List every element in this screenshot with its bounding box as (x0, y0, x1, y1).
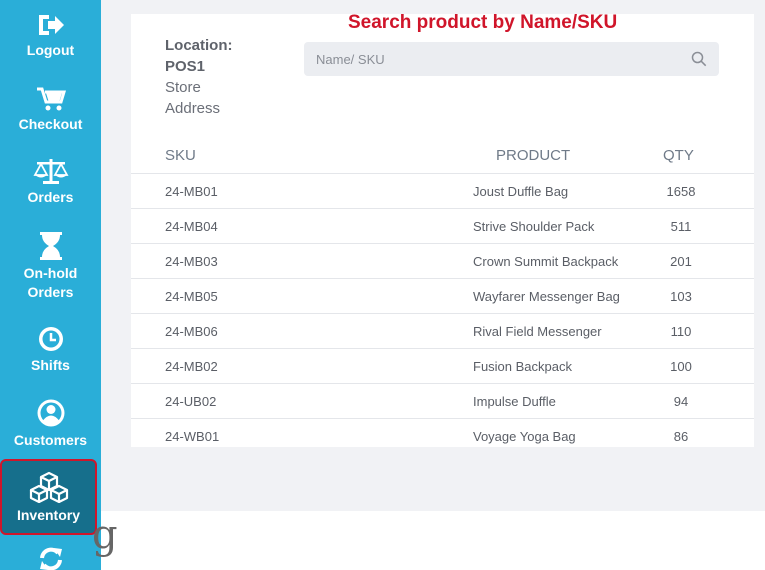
qty-cell: 511 (670, 219, 692, 234)
product-cell: Impulse Duffle (473, 394, 556, 409)
qty-cell: 94 (673, 394, 689, 409)
qty-cell: 103 (670, 289, 692, 304)
search-icon[interactable] (691, 51, 707, 67)
location-address-line1: Store (165, 79, 201, 96)
sku-cell: 24-MB03 (165, 254, 218, 269)
sidebar-item-customers[interactable]: Customers (0, 398, 101, 450)
product-cell: Crown Summit Backpack (473, 254, 619, 269)
qty-cell: 110 (670, 324, 692, 339)
table-row[interactable]: 24-MB05 Wayfarer Messenger Bag 103 (131, 278, 754, 313)
cart-icon (36, 87, 66, 111)
sku-cell: 24-MB02 (165, 359, 218, 374)
clock-icon (38, 327, 63, 351)
sku-cell: 24-MB01 (165, 184, 218, 199)
sku-cell: 24-MB05 (165, 289, 218, 304)
product-cell: Strive Shoulder Pack (473, 219, 595, 234)
sync-icon (39, 547, 62, 570)
sidebar-item-label: Inventory (16, 507, 80, 523)
table-row[interactable]: 24-UB02 Impulse Duffle 94 (131, 383, 754, 418)
sidebar-item-label: On-hold (23, 265, 78, 281)
text-fragment: g (92, 512, 118, 558)
sidebar-item-logout[interactable]: Logout (0, 12, 101, 60)
sidebar-item-checkout[interactable]: Checkout (0, 86, 101, 134)
table-row[interactable]: 24-MB06 Rival Field Messenger 110 (131, 313, 754, 348)
location-name: POS1 (165, 58, 206, 75)
sidebar-item-label: Logout (26, 42, 75, 58)
sidebar-item-label: Customers (13, 432, 88, 448)
sidebar-item-inventory[interactable]: Inventory (0, 459, 97, 535)
qty-cell: 100 (670, 359, 692, 374)
sidebar-item-label: Shifts (31, 357, 70, 373)
product-cell: Fusion Backpack (473, 359, 572, 374)
table-row[interactable]: 24-MB04 Strive Shoulder Pack 511 (131, 208, 754, 243)
location-label: Location: (165, 37, 233, 54)
sku-cell: 24-UB02 (165, 394, 217, 409)
table-row[interactable]: 24-MB01 Joust Duffle Bag 1658 (131, 173, 754, 208)
location-info: Location: POS1 Store Address (165, 35, 233, 119)
sidebar-item-sync[interactable] (0, 545, 101, 570)
sidebar-item-on-hold-orders[interactable]: On-hold Orders (0, 231, 101, 302)
sidebar-item-orders[interactable]: Orders (0, 157, 101, 207)
scale-icon (32, 159, 69, 184)
logout-icon (38, 15, 64, 35)
table-row[interactable]: 24-WB01 Voyage Yoga Bag 86 (131, 418, 754, 447)
product-cell: Joust Duffle Bag (473, 184, 569, 199)
product-cell: Wayfarer Messenger Bag (473, 289, 620, 304)
sku-cell: 24-MB06 (165, 324, 218, 339)
table-row[interactable]: 24-MB03 Crown Summit Backpack 201 (131, 243, 754, 278)
column-header-product[interactable]: PRODUCT (496, 147, 570, 164)
boxes-icon (29, 471, 68, 503)
sidebar-item-label: Orders (27, 189, 74, 205)
column-header-sku[interactable]: SKU (165, 147, 196, 164)
search-annotation: Search product by Name/SKU (348, 12, 618, 33)
column-header-qty[interactable]: QTY (663, 147, 694, 164)
search-box (304, 42, 719, 76)
sidebar: Logout Checkout Orders On-hold Orders Sh… (0, 0, 101, 570)
sku-cell: 24-WB01 (165, 429, 220, 444)
user-icon (37, 399, 64, 427)
hourglass-icon (39, 232, 62, 260)
sidebar-item-shifts[interactable]: Shifts (0, 325, 101, 375)
search-input[interactable] (304, 42, 686, 76)
sku-cell: 24-MB04 (165, 219, 218, 234)
product-cell: Voyage Yoga Bag (473, 429, 576, 444)
sidebar-item-label: Checkout (18, 116, 83, 132)
table-row[interactable]: 24-MB02 Fusion Backpack 100 (131, 348, 754, 383)
sidebar-item-label: Orders (27, 284, 74, 300)
product-cell: Rival Field Messenger (473, 324, 602, 339)
qty-cell: 86 (673, 429, 689, 444)
location-address-line2: Address (165, 100, 221, 117)
qty-cell: 1658 (666, 184, 696, 199)
qty-cell: 201 (670, 254, 692, 269)
